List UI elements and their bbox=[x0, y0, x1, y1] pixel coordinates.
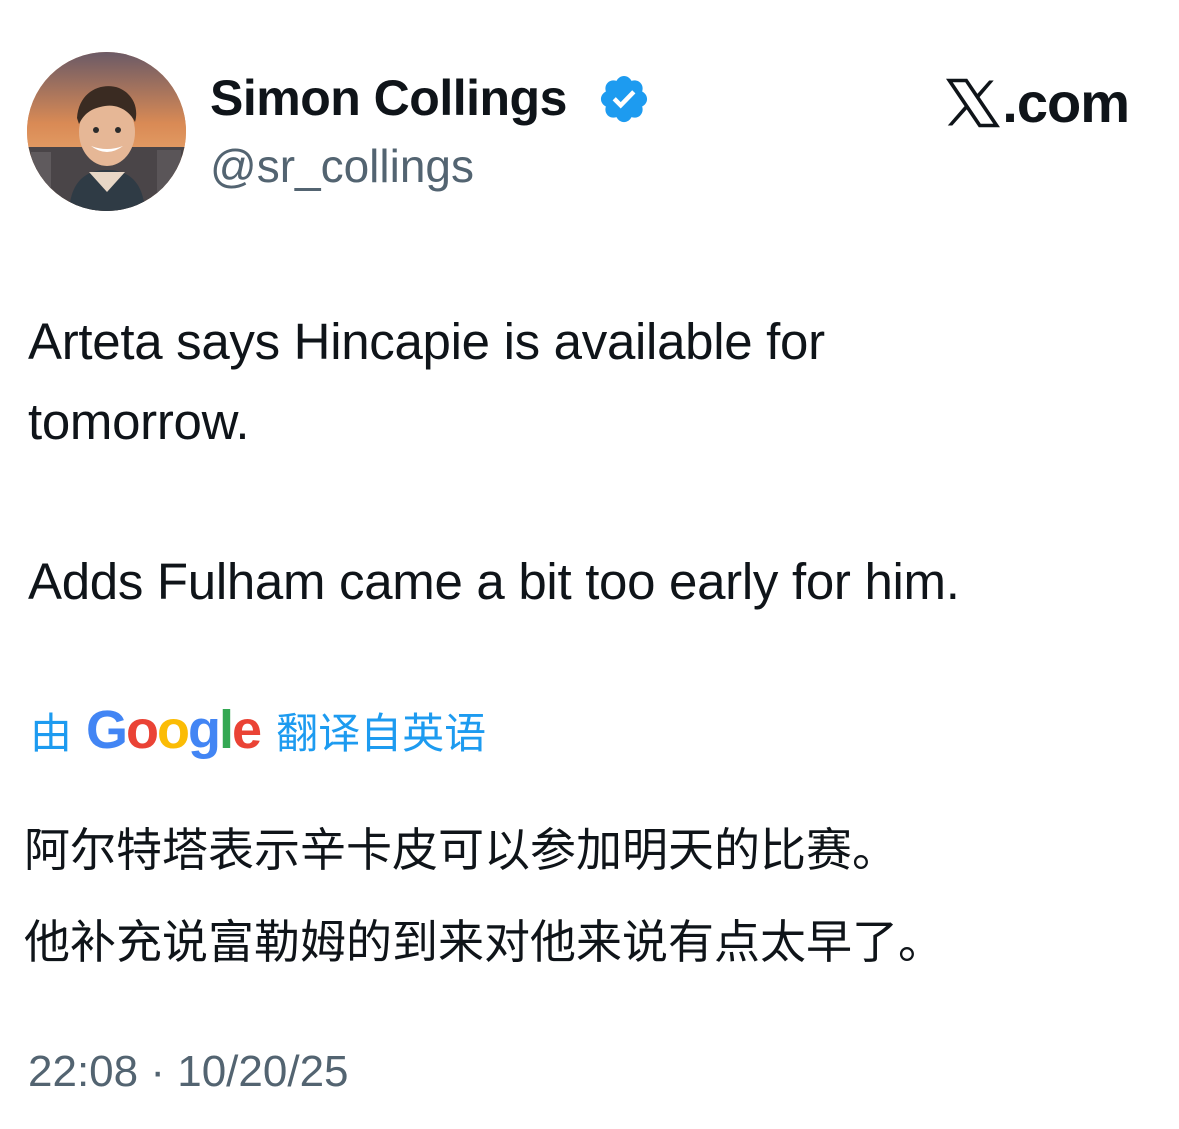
google-logo: Google bbox=[86, 700, 262, 760]
x-logo-icon bbox=[946, 78, 1001, 128]
verified-badge-icon bbox=[600, 75, 648, 123]
timestamp-separator: · bbox=[150, 1047, 165, 1096]
avatar-photo bbox=[27, 52, 186, 211]
x-brand-watermark: .com bbox=[946, 70, 1130, 136]
tweet-date: 10/20/25 bbox=[177, 1047, 349, 1096]
author-handle[interactable]: @sr_collings bbox=[210, 136, 474, 196]
avatar[interactable] bbox=[27, 52, 186, 211]
author-display-name[interactable]: Simon Collings bbox=[210, 66, 567, 130]
translated-tweet-text: 阿尔特塔表示辛卡皮可以参加明天的比赛。 他补充说富勒姆的到来对他来说有点太早了。 bbox=[24, 823, 944, 969]
translation-suffix: 翻译自英语 bbox=[276, 709, 487, 757]
tweet-time: 22:08 bbox=[28, 1047, 139, 1096]
tweet-timestamp[interactable]: 22:08 · 10/20/25 bbox=[28, 1040, 349, 1104]
tweet-text: Arteta says Hincapie is available for to… bbox=[28, 313, 960, 610]
x-brand-domain: .com bbox=[1002, 71, 1130, 134]
translated-by-google-link[interactable]: 由 Google 翻译自英语 bbox=[30, 698, 486, 762]
translation-prefix: 由 bbox=[30, 709, 73, 757]
